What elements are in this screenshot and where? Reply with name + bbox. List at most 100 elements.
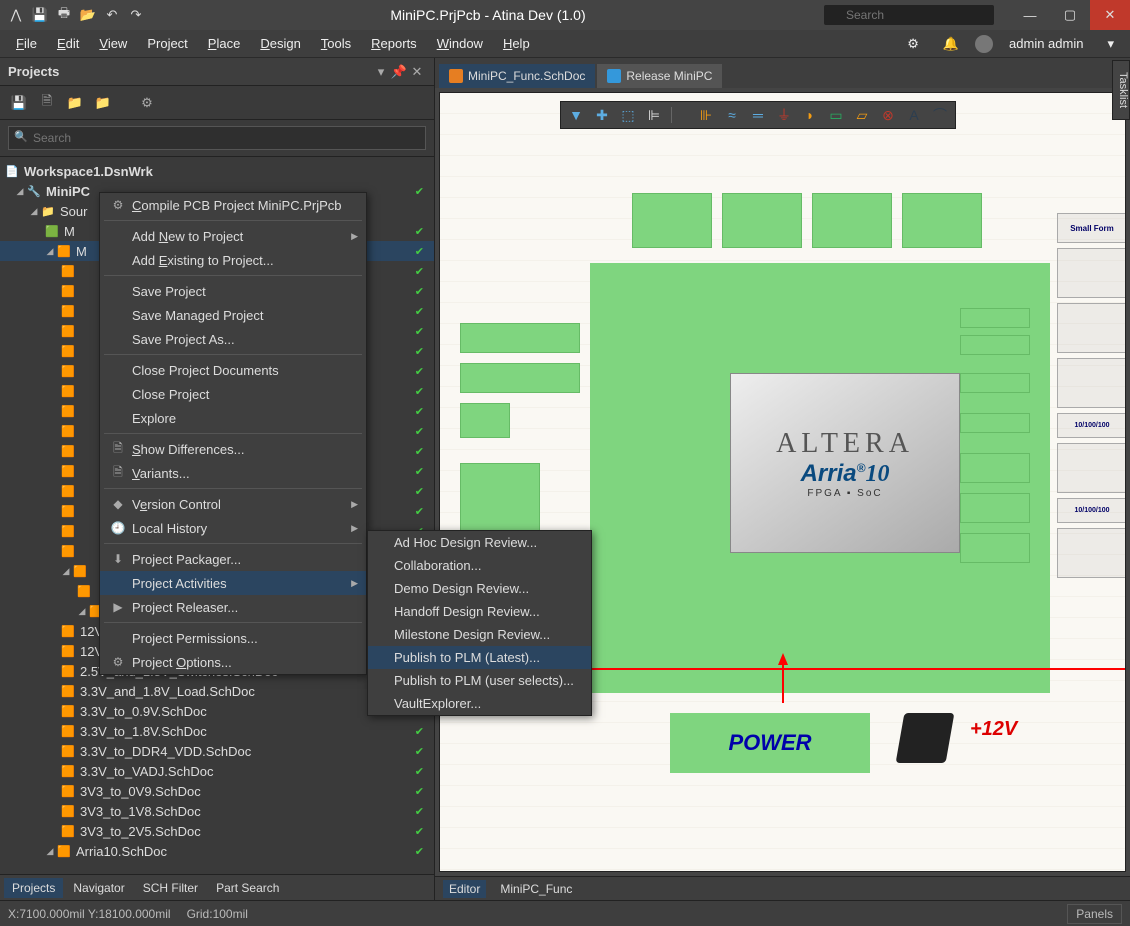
part-icon[interactable]: ⊪ [697,106,715,124]
ctx-item[interactable]: Save Managed Project [100,303,366,327]
tree-item[interactable]: M [60,224,75,239]
gnd-icon[interactable]: ⏚ [775,106,793,124]
ctx-item[interactable]: Add New to Project▶ [100,224,366,248]
tree-item-selected[interactable]: M [72,244,87,259]
text-icon[interactable]: A [905,106,923,124]
submenu-item[interactable]: VaultExplorer... [368,692,591,715]
file-item[interactable]: 3V3_to_1V8.SchDoc [76,804,201,819]
bell-icon[interactable]: 🔔 [935,33,967,55]
ctx-item[interactable]: Close Project [100,382,366,406]
ctx-item[interactable]: Explore [100,406,366,430]
power-block: POWER [670,713,870,773]
menu-edit[interactable]: Edit [49,33,87,54]
menu-place[interactable]: Place [200,33,249,54]
noerc-icon[interactable]: ⊗ [879,106,897,124]
save-icon[interactable]: 💾 [30,5,50,25]
tab-navigator[interactable]: Navigator [65,878,132,898]
panel-pin-icon[interactable]: 📌 [390,64,408,80]
ctx-item[interactable]: ◆Version Control▶ [100,492,366,516]
menu-design[interactable]: Design [252,33,308,54]
ctx-item[interactable]: 🕘Local History▶ [100,516,366,540]
port-icon[interactable]: ◗ [801,106,819,124]
menu-project[interactable]: Project [139,33,195,54]
filter-icon[interactable]: ▼ [567,106,585,124]
ctx-item[interactable]: ⚙Project Options... [100,650,366,674]
save-all-icon[interactable]: 🖶 [54,5,74,25]
tb-gear-icon[interactable]: ⚙ [136,92,158,114]
menu-tools[interactable]: Tools [313,33,359,54]
maximize-button[interactable]: ▢ [1050,0,1090,30]
submenu-item[interactable]: Ad Hoc Design Review... [368,531,591,554]
ctx-item[interactable]: Project Permissions... [100,626,366,650]
submenu-item[interactable]: Publish to PLM (user selects)... [368,669,591,692]
ctx-item[interactable]: Close Project Documents [100,358,366,382]
submenu-item[interactable]: Collaboration... [368,554,591,577]
global-search-input[interactable] [824,5,994,25]
redo-icon[interactable]: ↷ [126,5,146,25]
user-chevron-icon[interactable]: ▾ [1099,33,1122,55]
tb-folder1-icon[interactable]: 📁 [64,92,86,114]
file-item[interactable]: 3.3V_to_VADJ.SchDoc [76,764,213,779]
tb-folder2-icon[interactable]: 📁 [92,92,114,114]
bus-icon[interactable]: ═ [749,106,767,124]
file-item[interactable]: 3V3_to_0V9.SchDoc [76,784,201,799]
tab-partsearch[interactable]: Part Search [208,878,287,898]
project-node[interactable]: MiniPC [42,184,90,199]
wire-icon[interactable]: ≈ [723,106,741,124]
tab-schfilter[interactable]: SCH Filter [135,878,206,898]
schematic-canvas[interactable]: ▼ ✚ ⬚ ⊫ ⊪ ≈ ═ ⏚ ◗ ▭ ▱ ⊗ A ⌒ [439,92,1126,872]
tasklist-tab[interactable]: Tasklist [1112,60,1130,120]
ctx-item[interactable]: Save Project As... [100,327,366,351]
file-item[interactable]: 3.3V_to_0.9V.SchDoc [76,704,207,719]
submenu-item[interactable]: Demo Design Review... [368,577,591,600]
tb-doc-icon[interactable]: 🗎 [36,92,58,114]
crosshair-icon[interactable]: ✚ [593,106,611,124]
menu-reports[interactable]: Reports [363,33,425,54]
sheet-icon[interactable]: ▭ [827,106,845,124]
avatar[interactable] [975,35,993,53]
ctx-item[interactable]: ⚙Compile PCB Project MiniPC.PrjPcb [100,193,366,217]
user-label[interactable]: admin admin [1001,33,1091,54]
projects-search-input[interactable] [8,126,426,150]
undo-icon[interactable]: ↶ [102,5,122,25]
submenu-item[interactable]: Handoff Design Review... [368,600,591,623]
close-button[interactable]: ✕ [1090,0,1130,30]
tb-save-icon[interactable]: 💾 [8,92,30,114]
file-item[interactable]: 3.3V_and_1.8V_Load.SchDoc [76,684,255,699]
label-icon[interactable]: ▱ [853,106,871,124]
submenu-item[interactable]: Publish to PLM (Latest)... [368,646,591,669]
gear-icon[interactable]: ⚙ [899,33,927,55]
menu-view[interactable]: View [91,33,135,54]
submenu-item[interactable]: Milestone Design Review... [368,623,591,646]
panel-close-icon[interactable]: ✕ [408,64,426,80]
file-item[interactable]: 3V3_to_2V5.SchDoc [76,824,201,839]
project-context-menu: ⚙Compile PCB Project MiniPC.PrjPcb Add Ne… [99,192,367,675]
ctx-item[interactable]: Project Activities▶ [100,571,366,595]
file-item[interactable]: 3.3V_to_1.8V.SchDoc [76,724,207,739]
arc-icon[interactable]: ⌒ [931,106,949,124]
menu-help[interactable]: Help [495,33,538,54]
ctx-item[interactable]: 🗎Show Differences... [100,437,366,461]
menu-file[interactable]: File [8,33,45,54]
ctx-item[interactable]: 🗎Variants... [100,461,366,485]
doc-tab-active[interactable]: MiniPC_Func.SchDoc [439,64,595,88]
ctx-item[interactable]: ▶Project Releaser... [100,595,366,619]
ctx-item[interactable]: ⬇Project Packager... [100,547,366,571]
align-icon[interactable]: ⊫ [645,106,663,124]
doc-tab[interactable]: Release MiniPC [597,64,722,88]
file-item[interactable]: 3.3V_to_DDR4_VDD.SchDoc [76,744,251,759]
ctx-item[interactable]: Save Project [100,279,366,303]
ctx-item[interactable]: Add Existing to Project... [100,248,366,272]
panel-dropdown-icon[interactable]: ▾ [372,64,390,80]
tab-projects[interactable]: Projects [4,878,63,898]
file-item[interactable]: Arria10.SchDoc [72,844,167,859]
sheet-tab[interactable]: MiniPC_Func [494,880,578,898]
menu-window[interactable]: Window [429,33,491,54]
panels-button[interactable]: Panels [1067,904,1122,924]
select-icon[interactable]: ⬚ [619,106,637,124]
source-folder[interactable]: Sour [56,204,87,219]
workspace-node[interactable]: Workspace1.DsnWrk [20,164,153,179]
minimize-button[interactable]: ― [1010,0,1050,30]
editor-tab[interactable]: Editor [443,880,486,898]
open-icon[interactable]: 📂 [78,5,98,25]
